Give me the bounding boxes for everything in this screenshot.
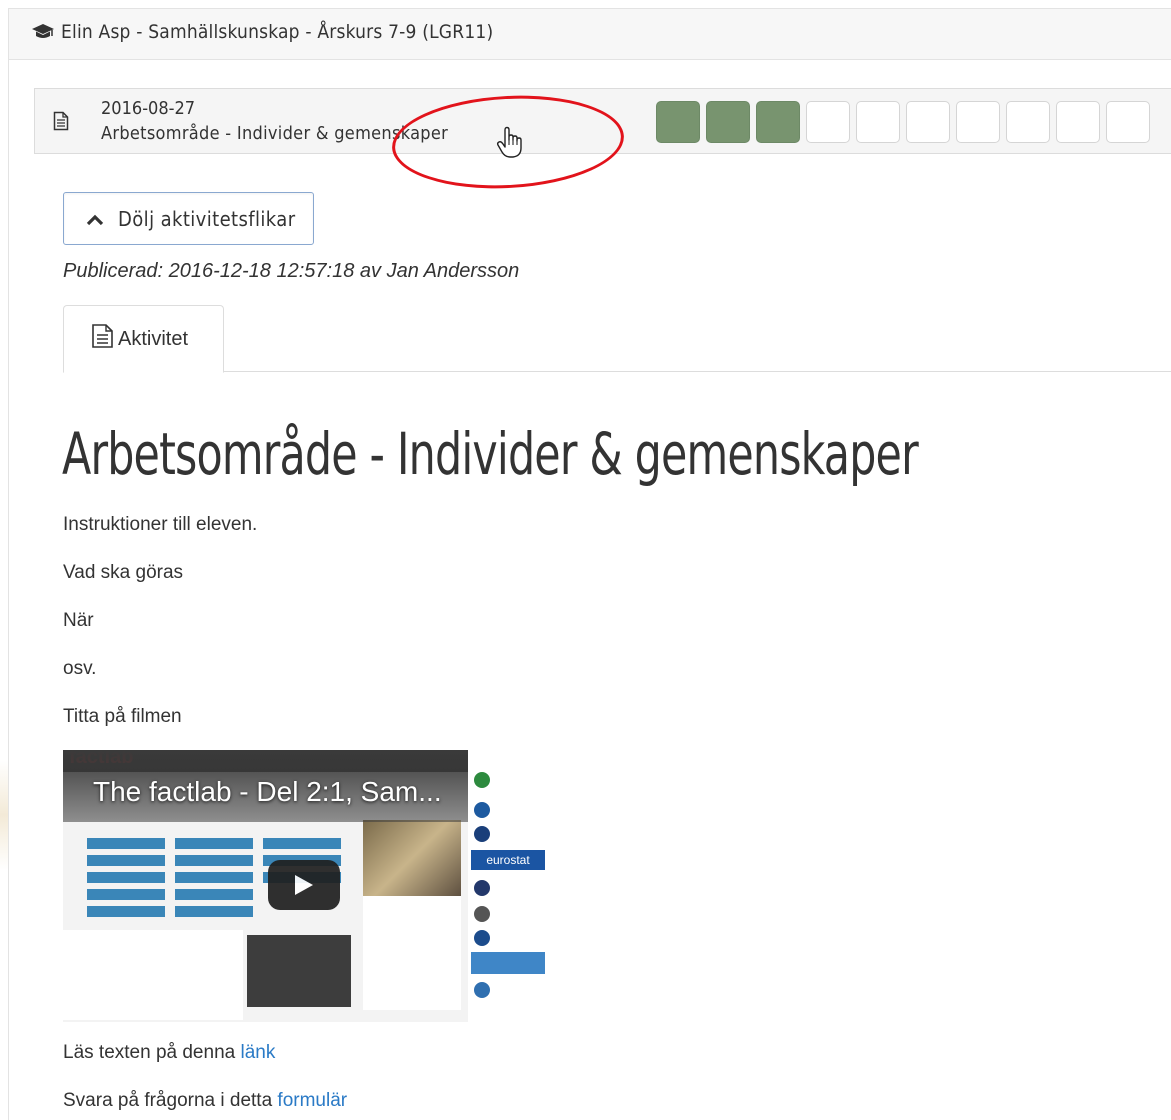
eurostat-logo: eurostat <box>471 850 545 870</box>
chevron-up-icon <box>86 207 104 231</box>
course-header[interactable]: Elin Asp - Samhällskunskap - Årskurs 7-9… <box>8 8 1171 60</box>
read-text-link[interactable]: länk <box>240 1042 275 1063</box>
document-icon <box>53 111 69 136</box>
progress-segments <box>656 101 1150 143</box>
video-thumbnail: factlab The factlab - Del 2:1, Sam... <box>63 750 468 1022</box>
page-title: Arbetsområde - Individer & gemenskaper <box>62 420 919 488</box>
hide-activity-tabs-label: Dölj aktivitetsflikar <box>118 206 296 231</box>
paragraph-read-text: Läs texten på denna länk <box>63 1042 275 1064</box>
progress-segment-empty[interactable] <box>856 101 900 143</box>
progress-segment-empty[interactable] <box>1106 101 1150 143</box>
hand-cursor-icon <box>496 126 524 165</box>
paragraph-instructions: Instruktioner till eleven. <box>63 514 258 535</box>
video-org-logos: eurostat <box>468 750 548 1022</box>
video-text-block <box>63 930 243 1020</box>
hide-activity-tabs-button[interactable]: Dölj aktivitetsflikar <box>63 192 314 245</box>
answer-form-link[interactable]: formulär <box>277 1090 347 1111</box>
graduation-cap-icon <box>31 23 55 46</box>
progress-segment-empty[interactable] <box>956 101 1000 143</box>
tab-aktivitet-label: Aktivitet <box>118 327 189 350</box>
video-inner-thumbnail <box>247 935 351 1007</box>
course-title: Elin Asp - Samhällskunskap - Årskurs 7-9… <box>61 21 494 43</box>
tabs-divider <box>63 371 1171 372</box>
video-collage-image <box>363 820 461 896</box>
activity-date: 2016-08-27 <box>101 98 196 119</box>
progress-segment-empty[interactable] <box>906 101 950 143</box>
paragraph-etc: osv. <box>63 658 97 679</box>
paragraph-watch-film: Titta på filmen <box>63 706 182 727</box>
course-title-row: Elin Asp - Samhällskunskap - Årskurs 7-9… <box>31 21 493 46</box>
video-title[interactable]: The factlab - Del 2:1, Sam... <box>93 776 442 808</box>
un-logo <box>471 952 545 974</box>
progress-segment-done[interactable] <box>656 101 700 143</box>
tab-aktivitet[interactable]: Aktivitet <box>63 305 224 373</box>
document-icon <box>90 323 116 355</box>
progress-segment-empty[interactable] <box>1056 101 1100 143</box>
progress-segment-empty[interactable] <box>806 101 850 143</box>
progress-segment-done[interactable] <box>706 101 750 143</box>
video-embed[interactable]: factlab The factlab - Del 2:1, Sam... eu… <box>63 750 548 1022</box>
paragraph-when: När <box>63 610 94 631</box>
read-text-prefix: Läs texten på denna <box>63 1042 241 1063</box>
answer-text-prefix: Svara på frågorna i detta <box>63 1090 278 1111</box>
paragraph-answer-form: Svara på frågorna i detta formulär <box>63 1090 347 1112</box>
paragraph-what: Vad ska göras <box>63 562 184 583</box>
play-button-icon[interactable] <box>268 860 340 910</box>
published-info: Publicerad: 2016-12-18 12:57:18 av Jan A… <box>63 260 520 282</box>
edge-decoration <box>0 760 8 870</box>
progress-segment-empty[interactable] <box>1006 101 1050 143</box>
progress-segment-done[interactable] <box>756 101 800 143</box>
